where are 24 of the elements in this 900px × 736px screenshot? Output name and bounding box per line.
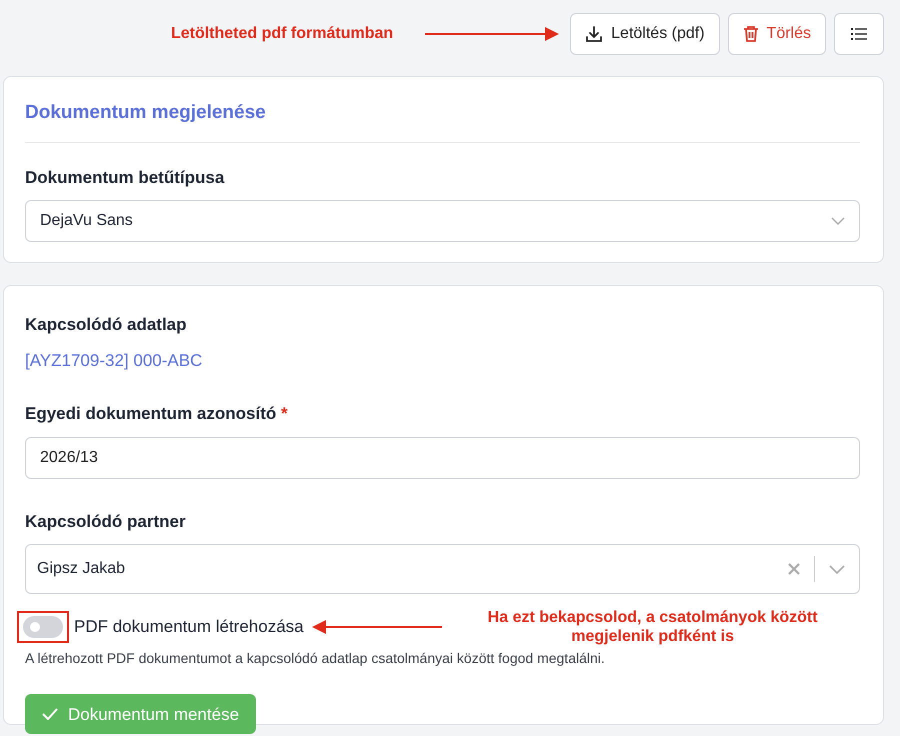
delete-button[interactable]: Törlés <box>728 13 826 55</box>
record-link[interactable]: [AYZ1709-32] 000-ABC <box>25 348 202 373</box>
annotation-text: Letöltheted pdf formátumban <box>170 24 394 44</box>
field-label: Egyedi dokumentum azonosító * <box>25 403 289 425</box>
field-label: Kapcsolódó partner <box>25 510 187 532</box>
card-title: Dokumentum megjelenése <box>25 77 860 142</box>
check-icon <box>42 708 58 720</box>
font-select[interactable]: DejaVu Sans <box>25 200 860 242</box>
list-icon <box>851 27 867 41</box>
clear-icon <box>788 563 800 575</box>
chevron-down-icon <box>831 217 845 225</box>
menu-button[interactable] <box>834 13 884 55</box>
download-button[interactable]: Letöltés (pdf) <box>570 13 720 55</box>
field-label: Kapcsolódó adatlap <box>25 314 188 336</box>
partner-select[interactable]: Gipsz Jakab <box>25 544 860 594</box>
field-label: Dokumentum betűtípusa <box>25 166 226 188</box>
toggle-switch[interactable] <box>23 616 63 638</box>
switch-label[interactable]: PDF dokumentum létrehozása <box>74 614 304 640</box>
download-icon <box>585 25 604 43</box>
text-input[interactable]: 2026/13 <box>25 436 860 478</box>
chevron-down-icon <box>829 564 845 574</box>
trash-icon <box>742 25 759 43</box>
help-text: A létrehozott PDF dokumentumot a kapcsolódó adatlap csatolmányai között fogod megtalálni. <box>25 649 606 668</box>
annotation-text: Ha ezt bekapcsolod, a csatolmányok között megjelenik pdfként is <box>486 608 819 646</box>
